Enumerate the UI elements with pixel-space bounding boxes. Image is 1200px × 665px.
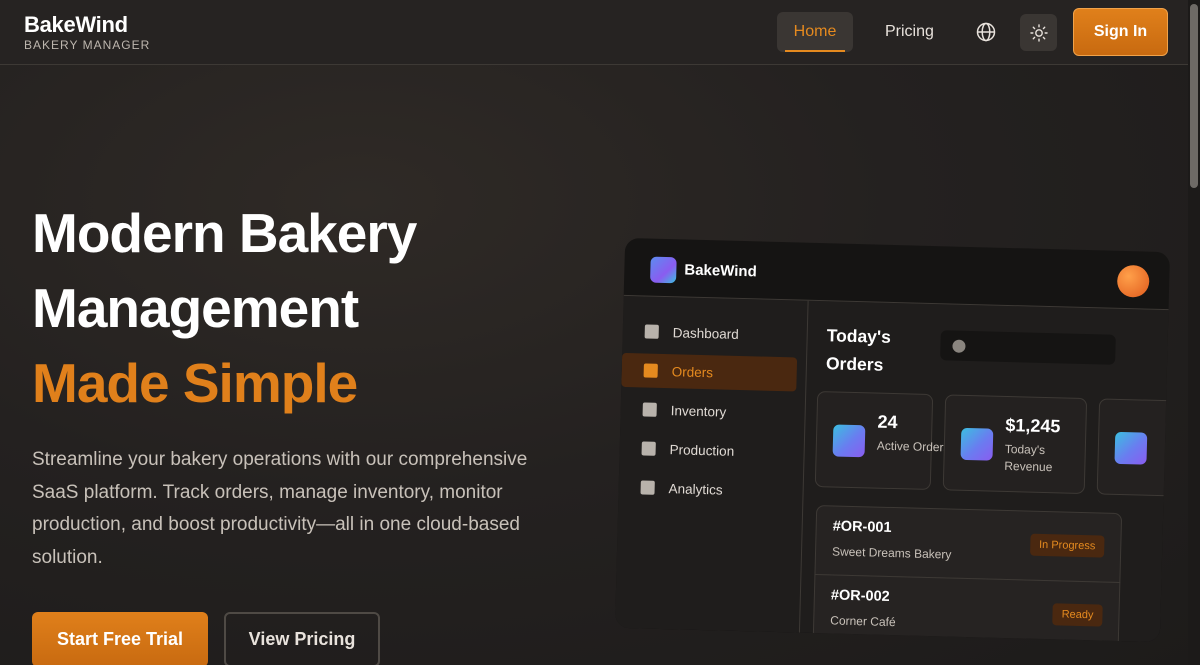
nav-pricing-link[interactable]: Pricing	[876, 12, 943, 52]
stat-card-revenue: $1,245 Today's Revenue	[942, 394, 1088, 495]
view-pricing-button[interactable]: View Pricing	[224, 612, 380, 665]
mockup-sidebar-item-orders: Orders	[621, 352, 798, 392]
sun-icon	[1029, 23, 1048, 42]
avatar	[1116, 264, 1150, 298]
brand-logo[interactable]: BakeWind BAKERY MANAGER	[24, 12, 151, 53]
order-customer: Corner Café	[830, 613, 896, 630]
mockup-sidebar-label: Orders	[671, 363, 714, 380]
mockup-sidebar: Dashboard Orders Inventory Production An…	[614, 295, 809, 633]
dashboard-icon	[644, 324, 659, 339]
order-id: #OR-001	[832, 518, 892, 537]
start-free-trial-button[interactable]: Start Free Trial	[32, 612, 208, 665]
globe-icon	[976, 22, 996, 42]
stat-card-active-orders: 24 Active Orders	[814, 391, 950, 491]
status-badge: Ready	[1052, 603, 1103, 627]
stat-icon	[1114, 431, 1148, 465]
mockup-brand: BakeWind	[684, 261, 757, 281]
hero-heading-line-1: Modern Bakery	[32, 202, 417, 264]
mockup-sidebar-label: Analytics	[668, 480, 723, 498]
theme-toggle-button[interactable]	[1020, 14, 1057, 51]
stat-icon	[832, 424, 866, 458]
search-icon	[952, 339, 966, 353]
order-id: #OR-002	[830, 587, 890, 605]
stat-card-partial	[1096, 398, 1171, 497]
mockup-sidebar-item-analytics: Analytics	[618, 470, 794, 509]
mockup-title: Today's Orders	[825, 325, 892, 375]
hero-heading: Modern Bakery Management Made Simple	[32, 196, 417, 421]
dashboard-mockup: BakeWind Dashboard Orders Inventory Prod…	[614, 237, 1171, 643]
scrollbar-thumb[interactable]	[1190, 4, 1198, 188]
sign-in-button[interactable]: Sign In	[1073, 8, 1168, 56]
brand-tagline: BAKERY MANAGER	[24, 38, 151, 52]
stat-label: Today's Revenue	[1004, 441, 1053, 475]
stat-value: $1,245	[1005, 414, 1061, 437]
hero-heading-line-2: Management	[32, 277, 359, 339]
stat-value: 24	[877, 411, 898, 433]
mockup-sidebar-item-production: Production	[619, 431, 795, 470]
mockup-logo-icon	[650, 256, 677, 284]
mockup-sidebar-label: Inventory	[670, 402, 727, 420]
page-scrollbar[interactable]	[1188, 0, 1200, 665]
order-customer: Sweet Dreams Bakery	[831, 544, 952, 562]
mockup-sidebar-item-dashboard: Dashboard	[622, 314, 798, 353]
mockup-main: Today's Orders 24 Active Orders $1,245 T…	[801, 301, 1171, 643]
stat-icon	[960, 427, 994, 461]
language-button[interactable]	[970, 16, 1002, 48]
mockup-search-bar	[940, 330, 1116, 365]
inventory-icon	[642, 402, 657, 417]
top-nav: BakeWind BAKERY MANAGER Home Pricing Sig…	[0, 0, 1188, 65]
hero-heading-accent: Made Simple	[32, 352, 358, 414]
mockup-sidebar-label: Production	[669, 441, 735, 459]
brand-name: BakeWind	[24, 12, 128, 37]
order-row: #OR-002 Corner Café Ready	[812, 574, 1121, 643]
production-icon	[641, 441, 656, 456]
analytics-icon	[640, 480, 655, 495]
order-row: #OR-001 Sweet Dreams Bakery In Progress	[814, 505, 1123, 584]
status-badge: In Progress	[1029, 533, 1105, 558]
orders-icon	[643, 363, 658, 378]
mockup-sidebar-item-inventory: Inventory	[620, 392, 796, 431]
mockup-sidebar-label: Dashboard	[672, 324, 739, 342]
hero-description: Streamline your bakery operations with o…	[32, 449, 528, 568]
nav-home-link[interactable]: Home	[777, 12, 853, 52]
dashboard-preview: BakeWind Dashboard Orders Inventory Prod…	[614, 237, 1171, 643]
